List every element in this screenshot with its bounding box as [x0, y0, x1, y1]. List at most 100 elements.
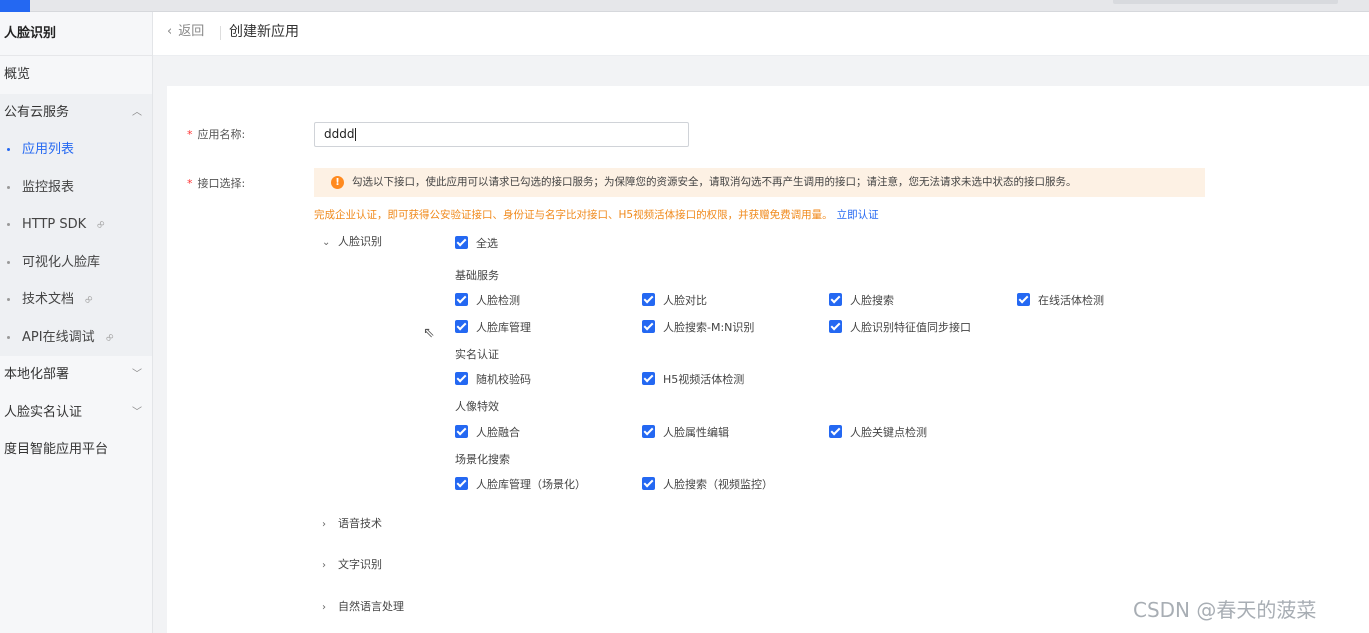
group-title-basic: 基础服务	[455, 269, 499, 282]
checkbox-checked-icon	[829, 293, 842, 306]
notice-banner: ! 勾选以下接口，使此应用可以请求已勾选的接口服务；为保障您的资源安全，请取消勾…	[314, 168, 1205, 197]
checkbox-checked-icon	[642, 425, 655, 438]
sidebar-item-label: 技术文档	[22, 292, 75, 307]
checkbox-face-detect[interactable]: 人脸检测	[455, 293, 520, 308]
page-header: ‹ 返回 创建新应用	[153, 12, 1369, 56]
category-face-recognition-toggle[interactable]: ⌄ 人脸识别	[322, 235, 382, 250]
sidebar-item-label: 监控报表	[22, 179, 75, 195]
checkbox-face-library-manage[interactable]: 人脸库管理	[455, 320, 531, 335]
checkbox-online-liveness[interactable]: 在线活体检测	[1017, 293, 1104, 308]
sidebar-group-face-verification[interactable]: 人脸实名认证 ﹀	[0, 394, 152, 432]
group-title-scene-search: 场景化搜索	[455, 453, 510, 466]
checkbox-checked-icon	[455, 425, 468, 438]
sidebar-item-app-list[interactable]: 应用列表	[0, 131, 152, 169]
checkbox-checked-icon	[642, 372, 655, 385]
page-title: 创建新应用	[229, 24, 299, 40]
checkbox-checked-icon	[1017, 293, 1030, 306]
notice-text: 勾选以下接口，使此应用可以请求已勾选的接口服务；为保障您的资源安全，请取消勾选不…	[352, 176, 1077, 188]
checkbox-checked-icon	[455, 372, 468, 385]
checkbox-checked-icon	[642, 477, 655, 490]
bullet-icon	[7, 223, 10, 226]
group-title-effects: 人像特效	[455, 400, 499, 413]
checkbox-checked-icon	[829, 320, 842, 333]
sidebar-item-face-library[interactable]: 可视化人脸库	[0, 243, 152, 281]
text-caret	[355, 128, 357, 141]
api-select-label: * 接口选择:	[187, 177, 246, 190]
bullet-icon	[7, 298, 10, 301]
checkbox-feature-sync[interactable]: 人脸识别特征值同步接口	[829, 320, 971, 335]
sidebar-item-http-sdk[interactable]: HTTP SDK ∞	[0, 206, 152, 244]
sidebar-item-docs[interactable]: 技术文档 ∞	[0, 281, 152, 319]
watermark: CSDN @春天的菠菜	[1133, 598, 1317, 622]
sidebar-item-api-debug[interactable]: API在线调试 ∞	[0, 318, 152, 356]
checkbox-checked-icon	[642, 293, 655, 306]
link-icon: ∞	[92, 215, 110, 233]
link-icon: ∞	[80, 290, 98, 308]
warning-icon: !	[331, 176, 344, 189]
header-divider	[220, 26, 221, 40]
sidebar-item-label: 应用列表	[22, 142, 75, 157]
app-name-label: * 应用名称:	[187, 128, 246, 141]
chevron-down-icon: ﹀	[132, 369, 142, 380]
sidebar-item-label: 概览	[4, 67, 31, 82]
required-mark: *	[187, 128, 193, 141]
verify-now-link[interactable]: 立即认证	[837, 209, 879, 221]
checkbox-face-merge[interactable]: 人脸融合	[455, 425, 520, 440]
checkbox-checked-icon	[455, 293, 468, 306]
sidebar-item-label: 度目智能应用平台	[4, 442, 109, 457]
sidebar: 人脸识别 概览 公有云服务 ︿ 应用列表 监控报表 HTTP SDK ∞ 可视化…	[0, 12, 153, 633]
checkbox-h5-liveness[interactable]: H5视频活体检测	[642, 372, 744, 387]
bullet-icon	[7, 260, 10, 264]
chevron-right-icon: ›	[322, 519, 326, 530]
checkbox-checked-icon	[829, 425, 842, 438]
sidebar-product-title: 人脸识别	[0, 12, 152, 56]
console-brand-tab[interactable]	[0, 0, 30, 12]
sidebar-item-label: 本地化部署	[4, 367, 70, 382]
app-name-input[interactable]: dddd	[314, 122, 689, 147]
chevron-down-icon: ⌄	[322, 237, 331, 248]
link-icon: ∞	[100, 328, 118, 346]
checkbox-library-scene[interactable]: 人脸库管理（场景化）	[455, 477, 586, 492]
sidebar-item-label: 公有云服务	[4, 104, 70, 120]
checkbox-checked-icon	[642, 320, 655, 333]
checkbox-search-video[interactable]: 人脸搜索（视频监控）	[642, 477, 773, 492]
select-all-checkbox[interactable]: 全选	[455, 236, 498, 251]
chevron-up-icon: ︿	[132, 106, 142, 118]
bullet-icon	[7, 335, 10, 339]
chevron-right-icon: ›	[322, 560, 326, 571]
sidebar-item-label: HTTP SDK	[22, 217, 87, 232]
checkbox-face-compare[interactable]: 人脸对比	[642, 293, 707, 308]
sidebar-item-monitoring[interactable]: 监控报表	[0, 168, 152, 206]
checkbox-face-search[interactable]: 人脸搜索	[829, 293, 894, 308]
sidebar-group-local-deploy[interactable]: 本地化部署 ﹀	[0, 356, 152, 394]
category-nlp-toggle[interactable]: › 自然语言处理	[322, 600, 404, 615]
category-ocr-toggle[interactable]: › 文字识别	[322, 558, 382, 573]
promo-text: 完成企业认证，即可获得公安验证接口、身份证与名字比对接口、H5视频活体接口的权限…	[314, 209, 879, 221]
required-mark: *	[187, 177, 193, 190]
back-label: 返回	[178, 24, 205, 39]
chevron-down-icon: ﹀	[132, 406, 142, 418]
checkbox-checked-icon	[455, 320, 468, 333]
group-title-realname: 实名认证	[455, 348, 499, 361]
top-navigation-bar	[0, 0, 1369, 12]
checkbox-checked-icon	[455, 236, 468, 249]
sidebar-item-dumu-platform[interactable]: 度目智能应用平台	[0, 431, 152, 469]
checkbox-face-attr-edit[interactable]: 人脸属性编辑	[642, 425, 729, 440]
mouse-pointer-icon: ⇖	[423, 325, 435, 341]
checkbox-face-search-mn[interactable]: 人脸搜索-M:N识别	[642, 320, 754, 335]
sidebar-item-label: 可视化人脸库	[22, 254, 101, 270]
chevron-right-icon: ›	[322, 602, 326, 613]
checkbox-checked-icon	[455, 477, 468, 490]
sidebar-item-label: API在线调试	[22, 329, 95, 345]
top-search-box[interactable]	[1113, 0, 1338, 4]
checkbox-face-keypoints[interactable]: 人脸关键点检测	[829, 425, 927, 440]
checkbox-random-code[interactable]: 随机校验码	[455, 372, 531, 387]
bullet-icon	[7, 148, 10, 151]
category-speech-toggle[interactable]: › 语音技术	[322, 517, 382, 532]
sidebar-group-public-cloud[interactable]: 公有云服务 ︿	[0, 93, 152, 131]
chevron-left-icon: ‹	[167, 24, 173, 39]
bullet-icon	[7, 185, 10, 189]
sidebar-item-label: 人脸实名认证	[4, 404, 83, 420]
back-button[interactable]: ‹ 返回	[167, 12, 204, 52]
sidebar-item-overview[interactable]: 概览	[0, 56, 152, 94]
